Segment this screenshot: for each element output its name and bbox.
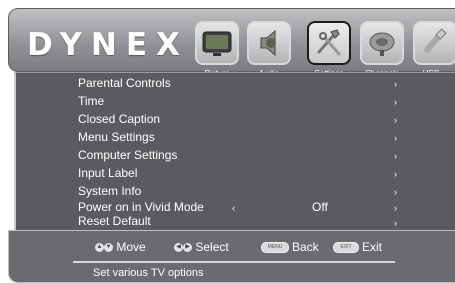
menu-item-power-on-vivid-mode[interactable]: Power on in Vivid Mode — [78, 200, 204, 214]
chevron-right-icon: › — [394, 133, 397, 143]
chevron-right-icon: › — [394, 218, 397, 228]
tab-picture[interactable] — [195, 21, 239, 65]
tab-settings[interactable] — [307, 21, 351, 65]
down-arrow-button-icon: ▼ — [104, 243, 113, 253]
menu-item-menu-settings[interactable]: Menu Settings — [78, 130, 155, 144]
chevron-right-icon: › — [394, 97, 397, 107]
chevron-left-icon[interactable]: ‹ — [232, 201, 235, 215]
footer-divider — [73, 261, 395, 263]
exit-key-icon: EXIT — [333, 242, 359, 254]
satellite-dish-icon — [369, 32, 395, 56]
tools-icon — [317, 29, 341, 56]
vivid-mode-value: Off — [312, 200, 328, 214]
hint-move-label: Move — [116, 240, 146, 254]
speaker-icon — [260, 29, 276, 57]
menu-item-time[interactable]: Time — [78, 94, 104, 108]
tab-usb[interactable] — [413, 21, 455, 65]
menu-item-reset-default[interactable]: Reset Default — [78, 214, 151, 228]
hint-select: ◀ ▶ Select — [174, 240, 229, 254]
usb-icon — [424, 28, 447, 53]
hint-back: MENU Back — [261, 240, 319, 254]
up-arrow-button-icon: ▲ — [95, 243, 104, 253]
chevron-right-icon: › — [394, 79, 397, 89]
tv-settings-screen: DYNEX Picture Audio — [0, 0, 455, 283]
menu-item-computer-settings[interactable]: Computer Settings — [78, 148, 177, 162]
dynex-logo: DYNEX — [27, 29, 189, 61]
brand-text: DYNEX — [27, 27, 189, 63]
hint-back-label: Back — [292, 240, 319, 254]
hint-select-label: Select — [195, 240, 229, 254]
chevron-right-icon: › — [394, 169, 397, 179]
left-arrow-button-icon: ◀ — [174, 243, 183, 253]
tab-channels[interactable] — [360, 21, 404, 65]
tab-audio[interactable] — [247, 21, 291, 65]
menu-key-icon: MENU — [261, 242, 289, 254]
hint-move: ▲ ▼ Move — [95, 240, 146, 254]
hint-exit: EXIT Exit — [333, 240, 382, 254]
menu-item-closed-caption[interactable]: Closed Caption — [78, 112, 160, 126]
settings-menu: Parental Controls › Time › Closed Captio… — [14, 72, 455, 230]
hint-exit-label: Exit — [362, 240, 383, 254]
menu-header: DYNEX Picture Audio — [8, 8, 455, 78]
tv-icon — [202, 31, 232, 56]
chevron-right-icon: › — [394, 115, 397, 125]
chevron-right-icon: › — [394, 187, 397, 197]
menu-item-parental-controls[interactable]: Parental Controls — [78, 76, 171, 90]
menu-footer: ▲ ▼ Move ◀ ▶ Select MENU Back EXIT Exit Set … — [8, 230, 455, 283]
status-text: Set various TV options — [93, 267, 204, 279]
menu-item-input-label[interactable]: Input Label — [78, 166, 137, 180]
chevron-right-icon: › — [394, 151, 397, 161]
right-arrow-button-icon: ▶ — [183, 243, 192, 253]
chevron-right-icon[interactable]: › — [394, 201, 397, 215]
menu-item-system-info[interactable]: System Info — [78, 184, 141, 198]
